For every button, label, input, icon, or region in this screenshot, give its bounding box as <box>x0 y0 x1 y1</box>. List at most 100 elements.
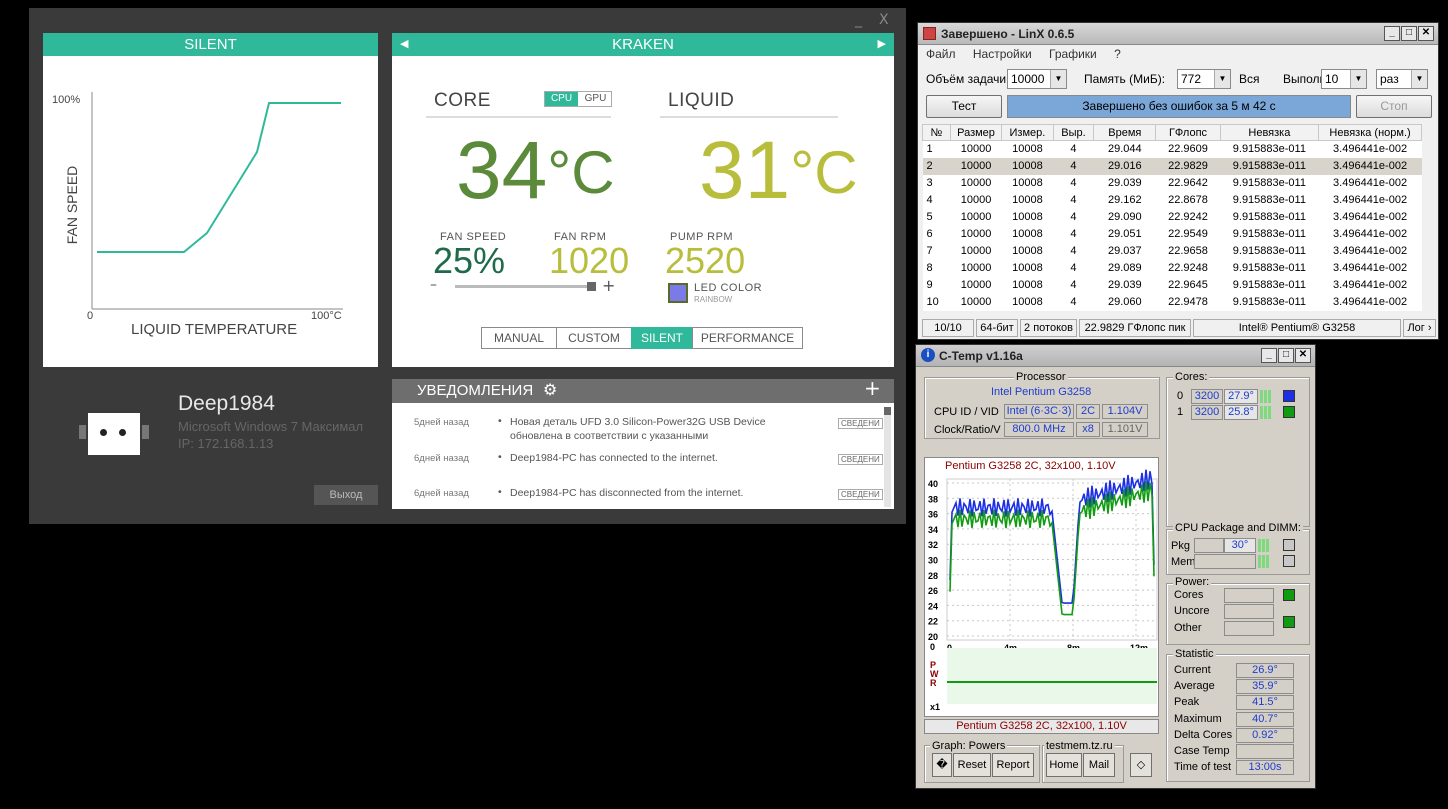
reset-button[interactable]: Reset <box>953 753 991 777</box>
stat-value <box>1236 744 1294 759</box>
notifications-add-button[interactable]: + <box>864 376 881 400</box>
minimize-button[interactable]: _ <box>1261 348 1277 363</box>
table-row[interactable]: 1 10000 10008 4 29.044 22.9609 9.915883e-011 3.… <box>922 140 1422 158</box>
core-load-bar <box>1264 390 1267 403</box>
table-cell: 3.496441e-002 <box>1318 259 1422 277</box>
led-color-label: LED COLOR <box>694 282 763 294</box>
mode-performance[interactable]: PERFORMANCE <box>692 327 803 349</box>
home-button[interactable]: Home <box>1046 753 1082 777</box>
maximize-button[interactable]: □ <box>1278 348 1294 363</box>
notification-time: 5дней назад <box>414 417 469 428</box>
mode-silent[interactable]: SILENT <box>631 327 693 349</box>
table-cell: 10008 <box>1001 225 1054 243</box>
graph-toggle-button[interactable]: � <box>932 753 952 777</box>
stop-button[interactable]: Стоп <box>1356 95 1432 118</box>
run-unit-select[interactable]: раз ▼ <box>1376 69 1428 89</box>
next-arrow-icon[interactable]: ▶ <box>878 33 886 56</box>
log-button[interactable]: Лог › <box>1403 319 1436 337</box>
logout-button[interactable]: Выход <box>314 485 378 505</box>
menu-graphs[interactable]: Графики <box>1049 47 1097 61</box>
status-cpu: Intel® Pentium® G3258 <box>1193 319 1401 337</box>
table-cell: 4 <box>1053 140 1094 158</box>
notification-details-button[interactable]: СВЕДЕНИ <box>838 418 883 429</box>
cpu-tab[interactable]: CPU <box>545 92 578 106</box>
test-button[interactable]: Тест <box>926 95 1002 118</box>
table-row[interactable]: 9 10000 10008 4 29.039 22.9645 9.915883e-011 3.… <box>922 276 1422 294</box>
table-cell: 29.044 <box>1093 140 1156 158</box>
column-header[interactable]: Измер. <box>1001 124 1054 141</box>
mode-custom[interactable]: CUSTOM <box>556 327 632 349</box>
core-temp-value: 34 <box>456 125 548 216</box>
core-temp: 25.8° <box>1224 405 1258 420</box>
menu-settings[interactable]: Настройки <box>973 47 1032 61</box>
y-tick-label: 38 <box>928 494 938 504</box>
fan-speed-slider[interactable] <box>455 282 597 291</box>
table-cell: 4 <box>922 191 951 209</box>
menu-help[interactable]: ? <box>1114 47 1121 61</box>
mem-color-square[interactable] <box>1283 555 1295 567</box>
chevron-down-icon: ▼ <box>1411 70 1427 88</box>
column-header[interactable]: Невязка (норм.) <box>1318 124 1422 141</box>
table-cell: 4 <box>1053 191 1094 209</box>
notification-details-button[interactable]: СВЕДЕНИ <box>838 489 883 500</box>
table-cell: 22.9549 <box>1155 225 1221 243</box>
mode-manual[interactable]: MANUAL <box>481 327 557 349</box>
close-button[interactable]: ✕ <box>1418 26 1434 41</box>
table-row[interactable]: 7 10000 10008 4 29.037 22.9658 9.915883e-011 3.… <box>922 242 1422 260</box>
pkg-color-square[interactable] <box>1283 539 1295 551</box>
cpuid-label: CPU ID / VID <box>934 406 999 418</box>
table-row[interactable]: 6 10000 10008 4 29.051 22.9549 9.915883e-011 3.… <box>922 225 1422 243</box>
column-header[interactable]: Выр. <box>1052 124 1095 141</box>
table-row[interactable]: 8 10000 10008 4 29.089 22.9248 9.915883e-011 3.… <box>922 259 1422 277</box>
notification-text: Deep1984-PC has connected to the interne… <box>510 452 718 464</box>
table-row[interactable]: 3 10000 10008 4 29.039 22.9642 9.915883e-011 3.… <box>922 174 1422 192</box>
problem-size-select[interactable]: 10000 ▼ <box>1007 69 1067 89</box>
report-button[interactable]: Report <box>992 753 1034 777</box>
core-color-square[interactable] <box>1283 390 1295 402</box>
table-row[interactable]: 5 10000 10008 4 29.090 22.9242 9.915883e-011 3.… <box>922 208 1422 226</box>
close-button[interactable]: X <box>879 12 889 28</box>
menu-file[interactable]: Файл <box>926 47 956 61</box>
notifications-scrollbar[interactable] <box>884 407 891 507</box>
fan-curve-line <box>97 102 341 253</box>
minimize-button[interactable]: _ <box>1384 26 1400 41</box>
table-cell: 29.051 <box>1093 225 1156 243</box>
table-cell: 22.9645 <box>1155 276 1221 294</box>
column-header[interactable]: № <box>922 124 951 141</box>
table-cell: 22.9248 <box>1155 259 1221 277</box>
graph-powers-title: Graph: Powers <box>930 740 1008 752</box>
options-button[interactable]: ◇ <box>1130 753 1152 777</box>
results-scrollbar[interactable] <box>1423 124 1437 313</box>
maximize-button[interactable]: □ <box>1401 26 1417 41</box>
kraken-title: KRAKEN <box>612 36 674 53</box>
fan-slider-plus[interactable]: + <box>602 276 615 295</box>
column-header[interactable]: Время <box>1093 124 1157 141</box>
settings-gear-icon[interactable]: ⚙ <box>543 380 557 399</box>
table-cell: 29.089 <box>1093 259 1156 277</box>
table-row[interactable]: 2 10000 10008 4 29.016 22.9829 9.915883e-011 3.… <box>922 157 1422 175</box>
column-header[interactable]: Размер <box>949 124 1003 141</box>
fan-speed-value: 25% <box>433 240 506 281</box>
column-header[interactable]: Невязка <box>1219 124 1320 141</box>
power-cores-color[interactable] <box>1283 589 1295 601</box>
core-color-square[interactable] <box>1283 406 1295 418</box>
close-button[interactable]: ✕ <box>1295 348 1311 363</box>
prev-arrow-icon[interactable]: ◀ <box>400 33 408 56</box>
notification-details-button[interactable]: СВЕДЕНИ <box>838 454 883 465</box>
table-cell: 29.039 <box>1093 276 1156 294</box>
run-count-select[interactable]: 10 ▼ <box>1321 69 1367 89</box>
minimize-button[interactable]: _ <box>855 12 862 28</box>
mail-button[interactable]: Mail <box>1083 753 1115 777</box>
column-header[interactable]: ГФлопс <box>1155 124 1221 141</box>
memory-select[interactable]: 772 ▼ <box>1177 69 1231 89</box>
table-row[interactable]: 10 10000 10008 4 29.060 22.9478 9.915883e-011 3… <box>922 293 1422 311</box>
stat-value: 40.7° <box>1236 711 1294 727</box>
fan-speed-slider-knob[interactable] <box>587 282 597 291</box>
table-cell: 22.9658 <box>1155 242 1221 260</box>
power-other-color[interactable] <box>1283 616 1295 628</box>
gpu-tab[interactable]: GPU <box>580 92 611 106</box>
led-color-swatch[interactable] <box>668 283 688 303</box>
table-row[interactable]: 4 10000 10008 4 29.162 22.8678 9.915883e-011 3.… <box>922 191 1422 209</box>
table-cell: 4 <box>1053 174 1094 192</box>
fan-slider-minus[interactable]: – <box>430 277 437 293</box>
